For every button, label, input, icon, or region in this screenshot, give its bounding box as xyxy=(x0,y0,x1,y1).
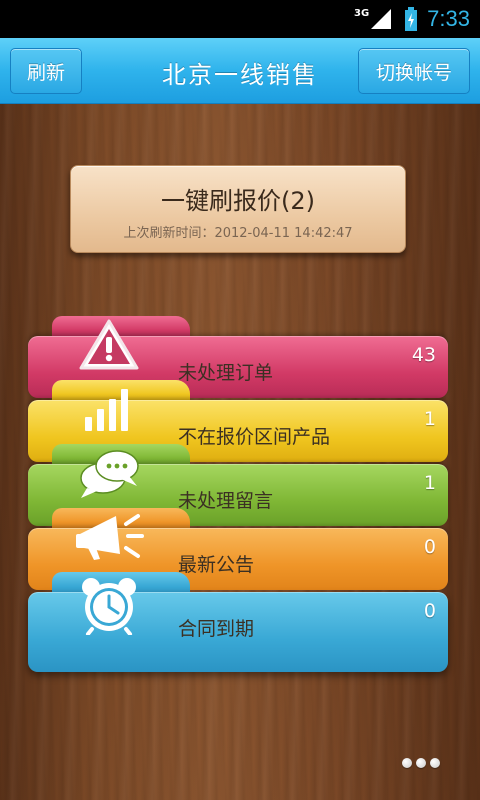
refresh-quotes-title: 一键刷报价(2) xyxy=(161,187,315,215)
page-title: 北京一线销售 xyxy=(162,61,318,89)
clock: 7:33 xyxy=(427,6,470,31)
chat-bubbles-icon xyxy=(74,444,144,502)
page-dot[interactable] xyxy=(430,758,440,768)
switch-account-button[interactable]: 切换帐号 xyxy=(358,48,470,94)
warning-icon xyxy=(74,316,144,374)
network-type: 3G xyxy=(354,7,370,19)
page-dot[interactable] xyxy=(416,758,426,768)
alarm-clock-icon xyxy=(74,576,144,635)
battery-charging-icon xyxy=(405,7,418,31)
bar-chart-icon xyxy=(74,380,144,438)
page-indicator xyxy=(402,758,440,768)
folder-contract-expiry[interactable]: 合同到期 0 xyxy=(28,572,448,676)
last-refresh-time: 2012-04-11 14:42:47 xyxy=(214,226,353,241)
folder-count: 0 xyxy=(423,600,436,622)
folder-count: 0 xyxy=(423,536,436,558)
page-dot[interactable] xyxy=(402,758,412,768)
signal-icon xyxy=(371,9,392,29)
folder-count: 1 xyxy=(423,408,436,430)
title-bar: 刷新 北京一线销售 切换帐号 xyxy=(0,38,480,104)
last-refresh-label: 上次刷新时间： xyxy=(123,226,215,241)
folder-count: 43 xyxy=(411,344,436,366)
folder-count: 1 xyxy=(423,472,436,494)
refresh-button[interactable]: 刷新 xyxy=(10,48,82,94)
megaphone-icon xyxy=(74,508,144,566)
folder-label: 合同到期 xyxy=(178,618,255,640)
last-refresh-info: 上次刷新时间：2012-04-11 14:42:47 xyxy=(71,222,405,241)
status-bar: 3G 7:33 xyxy=(0,0,480,38)
refresh-quotes-button[interactable]: 一键刷报价(2) 上次刷新时间：2012-04-11 14:42:47 xyxy=(70,165,406,253)
